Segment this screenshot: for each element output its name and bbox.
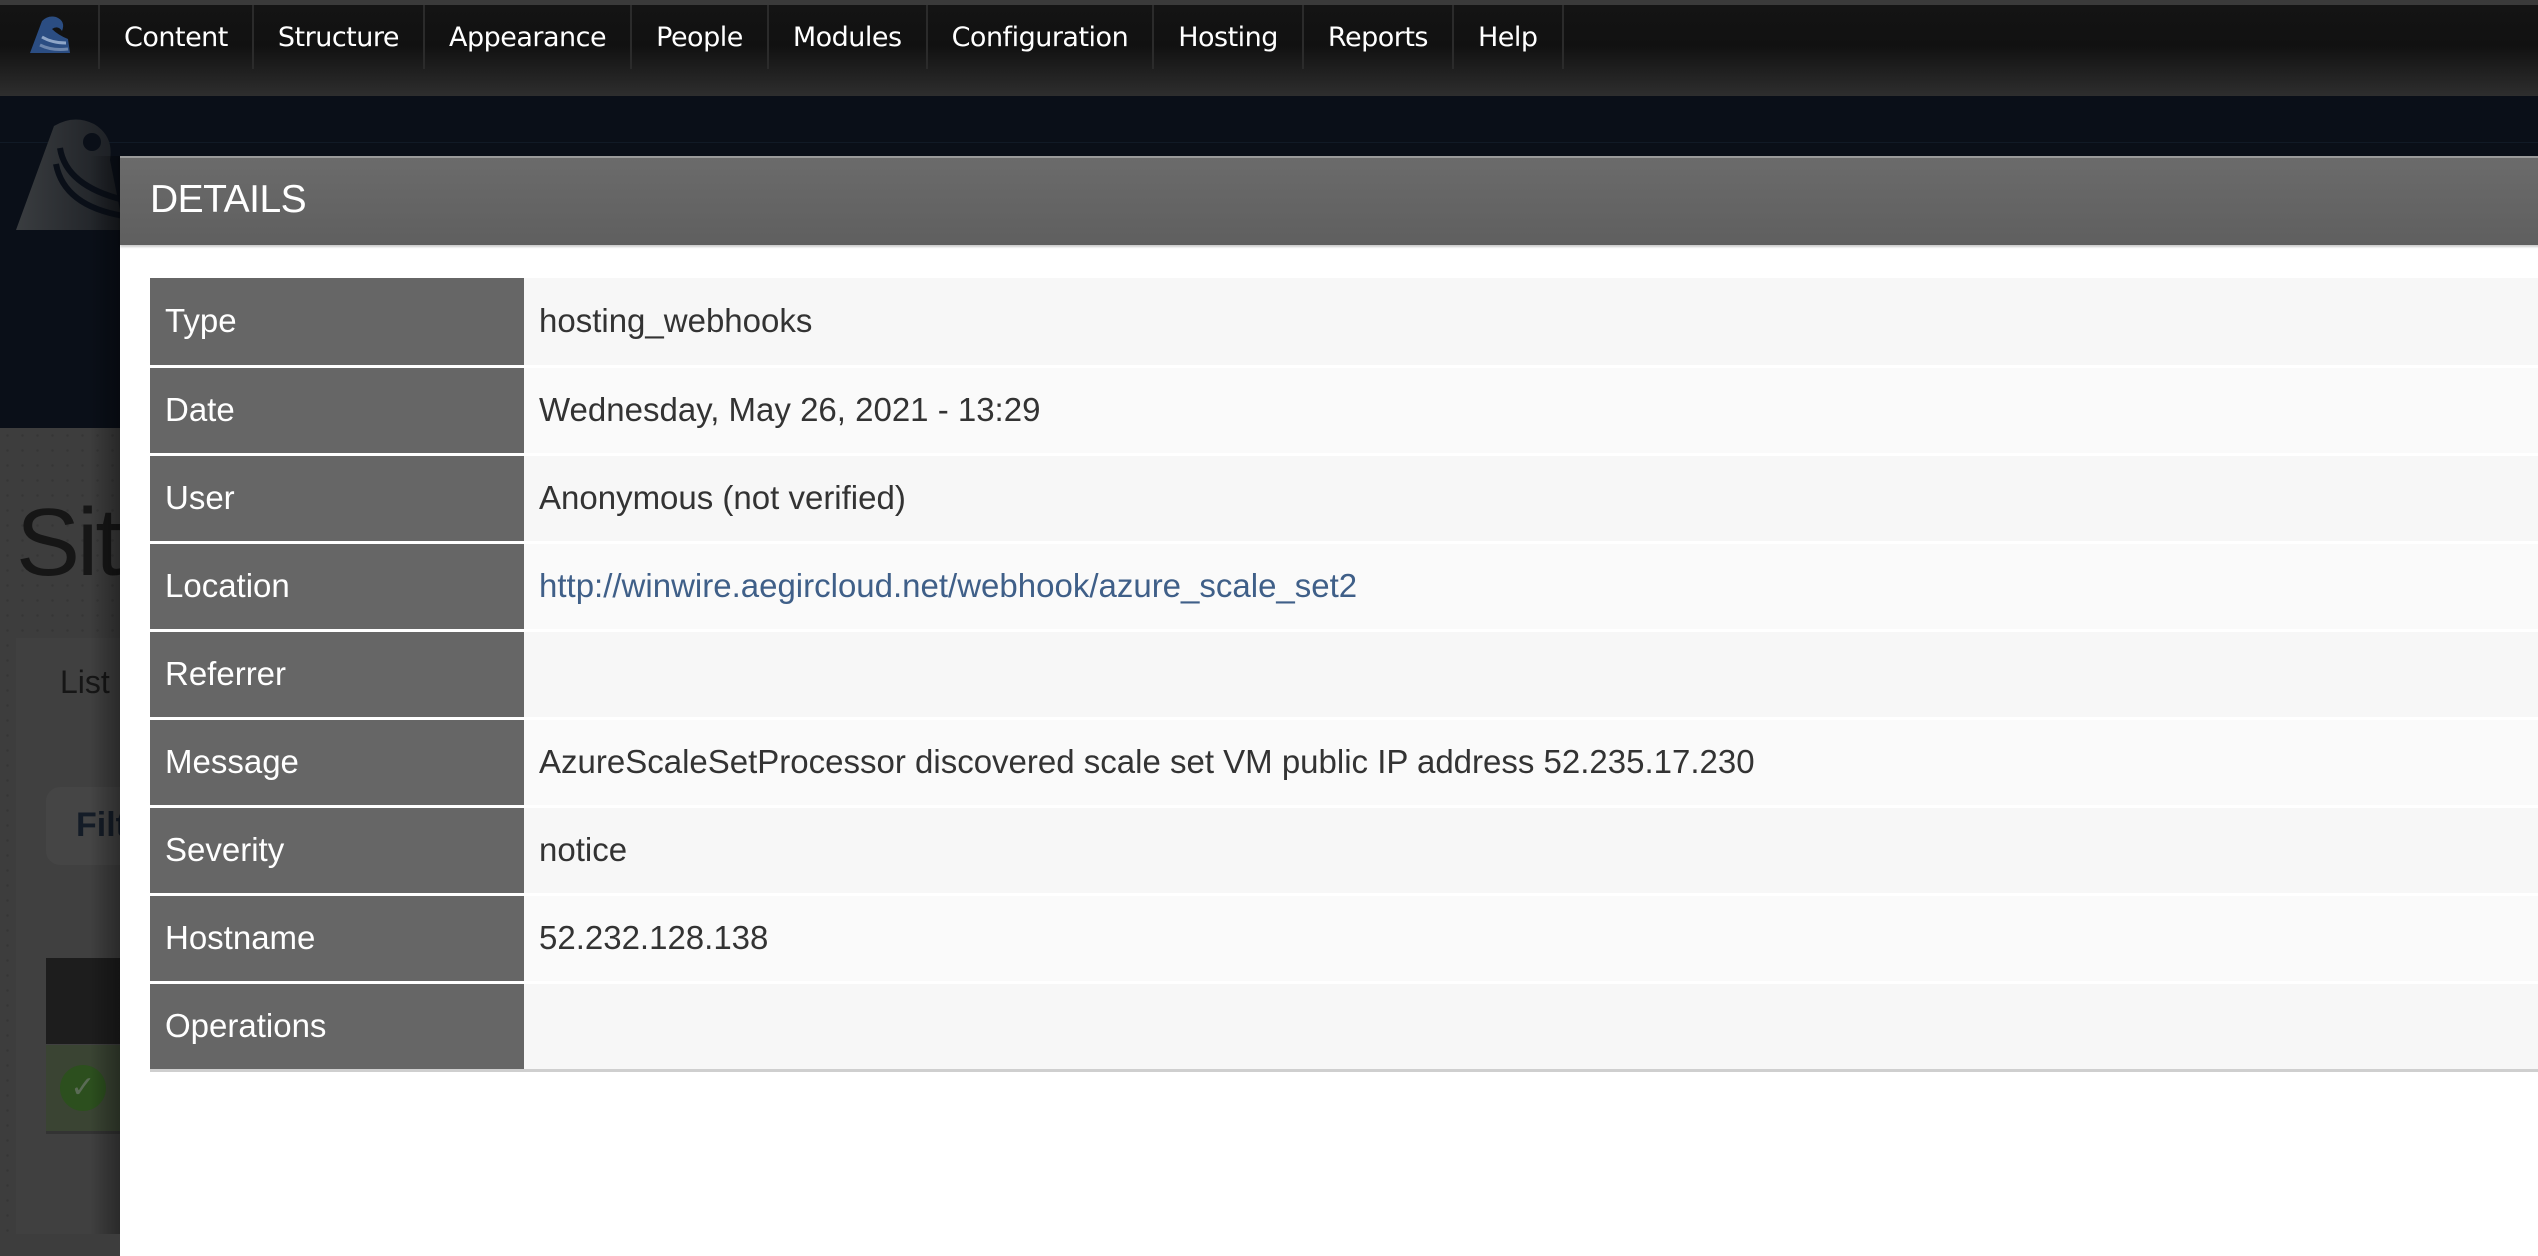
table-row-severity: Severity notice (150, 806, 2538, 896)
details-table: Type hosting_webhooks Date Wednesday, Ma… (150, 278, 2538, 1072)
modal-header: DETAILS (120, 156, 2538, 245)
table-row-operations: Operations (150, 982, 2538, 1070)
admin-toolbar: Content Structure Appearance People Modu… (0, 0, 2538, 96)
table-row-referrer: Referrer (150, 630, 2538, 720)
modal-shadow (90, 156, 120, 1234)
row-value: Anonymous (not verified) (524, 454, 2538, 544)
row-label: Operations (150, 982, 524, 1070)
row-label: User (150, 454, 524, 544)
toolbar-item-appearance[interactable]: Appearance (425, 5, 633, 69)
table-row-location: Location http://winwire.aegircloud.net/w… (150, 542, 2538, 632)
location-link[interactable]: http://winwire.aegircloud.net/webhook/az… (539, 567, 1357, 604)
header-divider (0, 142, 2538, 143)
row-label: Type (150, 278, 524, 368)
row-label: Hostname (150, 894, 524, 984)
row-value: http://winwire.aegircloud.net/webhook/az… (524, 542, 2538, 632)
table-row-date: Date Wednesday, May 26, 2021 - 13:29 (150, 366, 2538, 456)
row-label: Referrer (150, 630, 524, 720)
toolbar-item-content[interactable]: Content (100, 5, 254, 69)
toolbar-item-help[interactable]: Help (1454, 5, 1564, 69)
toolbar-item-structure[interactable]: Structure (254, 5, 425, 69)
row-value: notice (524, 806, 2538, 896)
row-value (524, 982, 2538, 1070)
row-label: Message (150, 718, 524, 808)
row-value (524, 630, 2538, 720)
row-value: Wednesday, May 26, 2021 - 13:29 (524, 366, 2538, 456)
row-value: hosting_webhooks (524, 278, 2538, 368)
table-row-type: Type hosting_webhooks (150, 278, 2538, 368)
toolbar-item-configuration[interactable]: Configuration (928, 5, 1155, 69)
toolbar-home-link[interactable] (0, 5, 100, 69)
modal-title: DETAILS (150, 178, 307, 221)
toolbar-menu: Content Structure Appearance People Modu… (0, 5, 2538, 69)
row-label: Severity (150, 806, 524, 896)
toolbar-item-modules[interactable]: Modules (769, 5, 928, 69)
toolbar-item-reports[interactable]: Reports (1304, 5, 1454, 69)
toolbar-item-people[interactable]: People (632, 5, 769, 69)
table-row-hostname: Hostname 52.232.128.138 (150, 894, 2538, 984)
toolbar-item-hosting[interactable]: Hosting (1154, 5, 1304, 69)
row-value: AzureScaleSetProcessor discovered scale … (524, 718, 2538, 808)
row-value: 52.232.128.138 (524, 894, 2538, 984)
details-modal: DETAILS Type hosting_webhooks Date Wedne… (120, 156, 2538, 1256)
row-label: Date (150, 366, 524, 456)
table-row-user: User Anonymous (not verified) (150, 454, 2538, 544)
row-label: Location (150, 542, 524, 632)
aegir-logo-icon (26, 13, 72, 62)
table-row-message: Message AzureScaleSetProcessor discovere… (150, 718, 2538, 808)
